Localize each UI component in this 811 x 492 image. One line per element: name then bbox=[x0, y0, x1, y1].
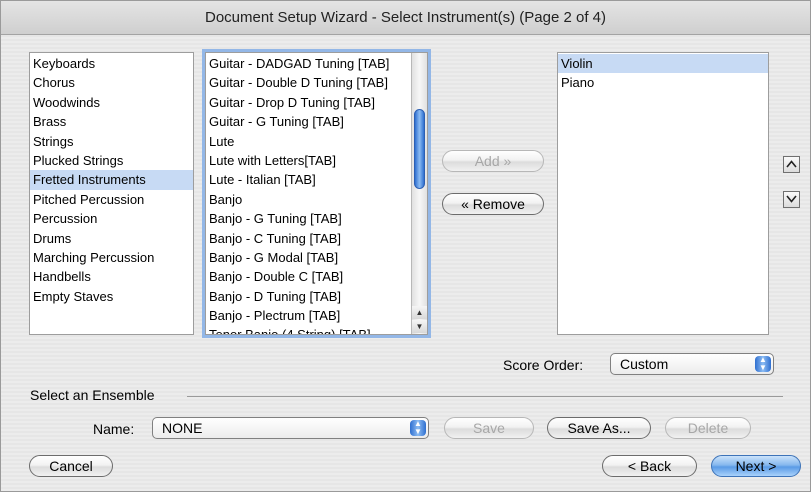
section-divider bbox=[187, 396, 783, 397]
category-item[interactable]: Woodwinds bbox=[30, 93, 193, 112]
instrument-item[interactable]: Banjo - G Tuning [TAB] bbox=[206, 209, 411, 228]
category-item[interactable]: Chorus bbox=[30, 73, 193, 92]
move-up-icon[interactable] bbox=[783, 156, 800, 173]
window-title: Document Setup Wizard - Select Instrumen… bbox=[1, 1, 810, 35]
category-list[interactable]: Keyboards Chorus Woodwinds Brass Strings Pluc… bbox=[29, 52, 194, 335]
score-order-label: Score Order: bbox=[503, 357, 584, 373]
category-item[interactable]: Handbells bbox=[30, 267, 193, 286]
category-item[interactable]: Empty Staves bbox=[30, 287, 193, 306]
ensemble-name-label: Name: bbox=[93, 421, 135, 437]
instrument-item[interactable]: Guitar - G Tuning [TAB] bbox=[206, 112, 411, 131]
score-order-value: Custom bbox=[620, 356, 669, 372]
instrument-item[interactable]: Banjo - Plectrum [TAB] bbox=[206, 306, 411, 325]
next-button[interactable]: Next > bbox=[711, 455, 801, 477]
instrument-item[interactable]: Banjo bbox=[206, 190, 411, 209]
instrument-item[interactable]: Lute with Letters[TAB] bbox=[206, 151, 411, 170]
delete-button[interactable]: Delete bbox=[665, 417, 751, 439]
instrument-item[interactable]: Lute - Italian [TAB] bbox=[206, 170, 411, 189]
category-item[interactable]: Marching Percussion bbox=[30, 248, 193, 267]
instrument-item[interactable]: Guitar - Drop D Tuning [TAB] bbox=[206, 93, 411, 112]
selected-instrument-item[interactable]: Violin bbox=[558, 54, 768, 74]
instrument-list[interactable]: Guitar - DADGAD Tuning [TAB] Guitar - Dou… bbox=[205, 52, 428, 335]
instrument-item[interactable]: Guitar - DADGAD Tuning [TAB] bbox=[206, 54, 411, 73]
instrument-item[interactable]: Guitar - Double D Tuning [TAB] bbox=[206, 73, 411, 92]
popup-stepper-icon: ▲ ▼ bbox=[410, 420, 426, 436]
selected-instrument-list[interactable]: Violin Piano bbox=[557, 52, 769, 335]
ensemble-name-select[interactable]: NONE ▲ ▼ bbox=[152, 417, 429, 439]
category-item[interactable]: Keyboards bbox=[30, 54, 193, 73]
instrument-list-scrollbar[interactable]: ▲ ▼ bbox=[411, 53, 427, 334]
add-button[interactable]: Add » bbox=[442, 150, 544, 172]
category-item[interactable]: Plucked Strings bbox=[30, 151, 193, 170]
ensemble-name-value: NONE bbox=[162, 420, 203, 436]
save-button[interactable]: Save bbox=[444, 417, 534, 439]
category-item[interactable]: Percussion bbox=[30, 209, 193, 228]
selected-instrument-item[interactable]: Piano bbox=[558, 73, 768, 92]
score-order-select[interactable]: Custom ▲ ▼ bbox=[610, 353, 774, 375]
popup-stepper-icon: ▲ ▼ bbox=[755, 356, 771, 372]
instrument-item[interactable]: Banjo - G Modal [TAB] bbox=[206, 248, 411, 267]
move-down-icon[interactable] bbox=[783, 191, 800, 208]
instrument-item[interactable]: Banjo - D Tuning [TAB] bbox=[206, 287, 411, 306]
document-setup-wizard-window: Document Setup Wizard - Select Instrumen… bbox=[0, 0, 811, 492]
category-item[interactable]: Drums bbox=[30, 229, 193, 248]
instrument-item[interactable]: Lute bbox=[206, 132, 411, 151]
scroll-down-arrow-icon[interactable]: ▼ bbox=[412, 320, 427, 333]
category-item[interactable]: Strings bbox=[30, 132, 193, 151]
save-as-button[interactable]: Save As... bbox=[547, 417, 651, 439]
back-button[interactable]: < Back bbox=[602, 455, 697, 477]
instrument-item[interactable]: Banjo - Double C [TAB] bbox=[206, 267, 411, 286]
cancel-button[interactable]: Cancel bbox=[29, 455, 113, 477]
scroll-up-arrow-icon[interactable]: ▲ bbox=[412, 306, 427, 319]
instrument-item[interactable]: Tenor Banjo (4 String) [TAB] bbox=[206, 325, 411, 334]
ensemble-section-title: Select an Ensemble bbox=[30, 387, 155, 403]
scrollbar-thumb[interactable] bbox=[414, 109, 425, 189]
category-item[interactable]: Brass bbox=[30, 112, 193, 131]
remove-button[interactable]: « Remove bbox=[442, 193, 544, 215]
instrument-item[interactable]: Banjo - C Tuning [TAB] bbox=[206, 229, 411, 248]
category-item[interactable]: Pitched Percussion bbox=[30, 190, 193, 209]
category-item[interactable]: Fretted Instruments bbox=[30, 170, 193, 190]
